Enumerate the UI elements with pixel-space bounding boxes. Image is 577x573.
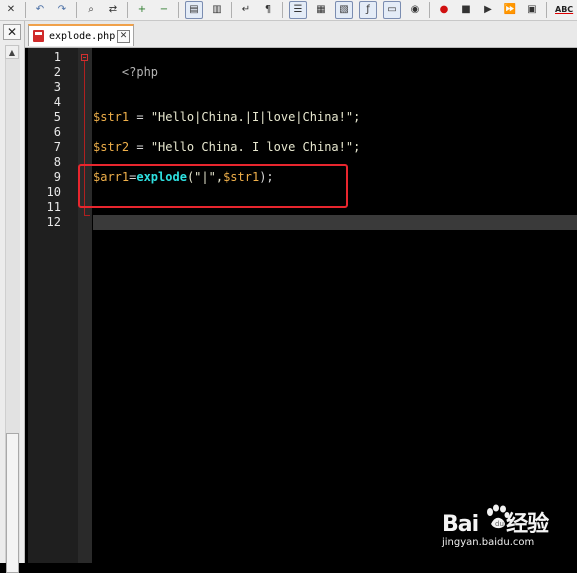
saved-file-icon: [33, 30, 44, 42]
indent-guide-icon[interactable]: ☰: [289, 1, 307, 19]
toolbar-separator: [127, 2, 128, 18]
doc-map-icon[interactable]: ▧: [335, 1, 353, 19]
paw-logo-icon: du: [487, 504, 510, 529]
close-panel-icon[interactable]: ✕: [3, 24, 21, 40]
scroll-up-arrow-icon[interactable]: ▲: [5, 45, 19, 59]
toolbar-separator: [546, 2, 547, 18]
code-line-1: <?php: [93, 50, 158, 95]
play-macro-icon[interactable]: ▶: [480, 2, 496, 18]
line-number: 8: [53, 155, 61, 169]
variable: $str1: [93, 110, 130, 124]
run-macro-multiple-icon[interactable]: ⏩: [502, 2, 518, 18]
function-list-icon[interactable]: ƒ: [359, 1, 377, 19]
fold-margin: [78, 48, 92, 563]
find-icon[interactable]: ⌕: [83, 2, 99, 18]
redo-icon[interactable]: ↷: [54, 2, 70, 18]
left-panel: ✕ ▲: [0, 21, 25, 573]
toolbar-separator: [25, 2, 26, 18]
line-number: 10: [46, 185, 61, 199]
current-line-highlight: [93, 215, 577, 230]
line-number: 11: [46, 200, 61, 214]
line-number: 2: [53, 65, 61, 79]
baidu-jingyan-watermark: Bai 经验 du jingyan.baidu.com: [440, 498, 570, 558]
tab-close-icon[interactable]: ✕: [117, 30, 130, 43]
sync-horizontal-icon[interactable]: ▥: [209, 2, 225, 18]
toolbar-separator: [76, 2, 77, 18]
operator: =: [129, 110, 151, 124]
toolbar-separator: [282, 2, 283, 18]
record-macro-icon[interactable]: ●: [436, 2, 452, 18]
line-number: 6: [53, 125, 61, 139]
stop-macro-icon[interactable]: ■: [458, 2, 474, 18]
sync-vertical-icon[interactable]: ▤: [185, 1, 203, 19]
line-number: 7: [53, 140, 61, 154]
show-all-chars-icon[interactable]: ¶: [260, 2, 276, 18]
tab-explode-php[interactable]: explode.php ✕: [28, 24, 134, 46]
save-macro-icon[interactable]: ▣: [524, 2, 540, 18]
spellcheck-button[interactable]: ABC: [553, 2, 575, 18]
string-literal: "Hello China. I love China!";: [150, 140, 361, 154]
zoom-out-icon[interactable]: −: [156, 2, 172, 18]
fold-collapse-icon[interactable]: [81, 54, 88, 61]
fold-end-marker: [84, 215, 90, 216]
undo-icon[interactable]: ↶: [32, 2, 48, 18]
tab-label: explode.php: [49, 30, 116, 42]
svg-text:du: du: [495, 520, 504, 528]
line-number: 4: [53, 95, 61, 109]
scrollbar-thumb[interactable]: [6, 433, 19, 573]
php-open-tag: <?php: [121, 65, 159, 79]
close-doc-icon[interactable]: ✕: [3, 2, 19, 18]
line-number: 5: [53, 110, 61, 124]
line-number: 1: [53, 50, 61, 64]
replace-icon[interactable]: ⇄: [105, 2, 121, 18]
tab-bar: explode.php ✕: [25, 21, 577, 48]
word-wrap-icon[interactable]: ↵: [238, 2, 254, 18]
code-line-5: $str1 = "Hello|China.|I|love|China!";: [93, 110, 360, 125]
line-number: 12: [46, 215, 61, 229]
watermark-url: jingyan.baidu.com: [442, 537, 535, 548]
user-lang-icon[interactable]: ▦: [313, 2, 329, 18]
toolbar-separator: [178, 2, 179, 18]
operator: =: [129, 140, 151, 154]
code-line-7: $str2 = "Hello China. I love China!";: [93, 140, 360, 155]
annotation-highlight-box: [78, 164, 348, 208]
variable: $str2: [93, 140, 130, 154]
line-number: 3: [53, 80, 61, 94]
toolbar-separator: [429, 2, 430, 18]
string-literal: "Hello|China.|I|love|China!";: [150, 110, 361, 124]
toolbar: ✕ ↶ ↷ ⌕ ⇄ + − ▤ ▥ ↵ ¶ ☰ ▦ ▧ ƒ ▭ ◉ ● ■ ▶ ⏩ ▣ ABC: [0, 0, 577, 21]
code-editor[interactable]: 1 2 3 4 5 6 7 8 9 10 11 12 <?php $str1 = "Hello|Chi…: [25, 48, 577, 563]
toolbar-separator: [231, 2, 232, 18]
monitoring-icon[interactable]: ◉: [407, 2, 423, 18]
line-number: 9: [53, 170, 61, 184]
zoom-in-icon[interactable]: +: [134, 2, 150, 18]
folder-workspace-icon[interactable]: ▭: [383, 1, 401, 19]
